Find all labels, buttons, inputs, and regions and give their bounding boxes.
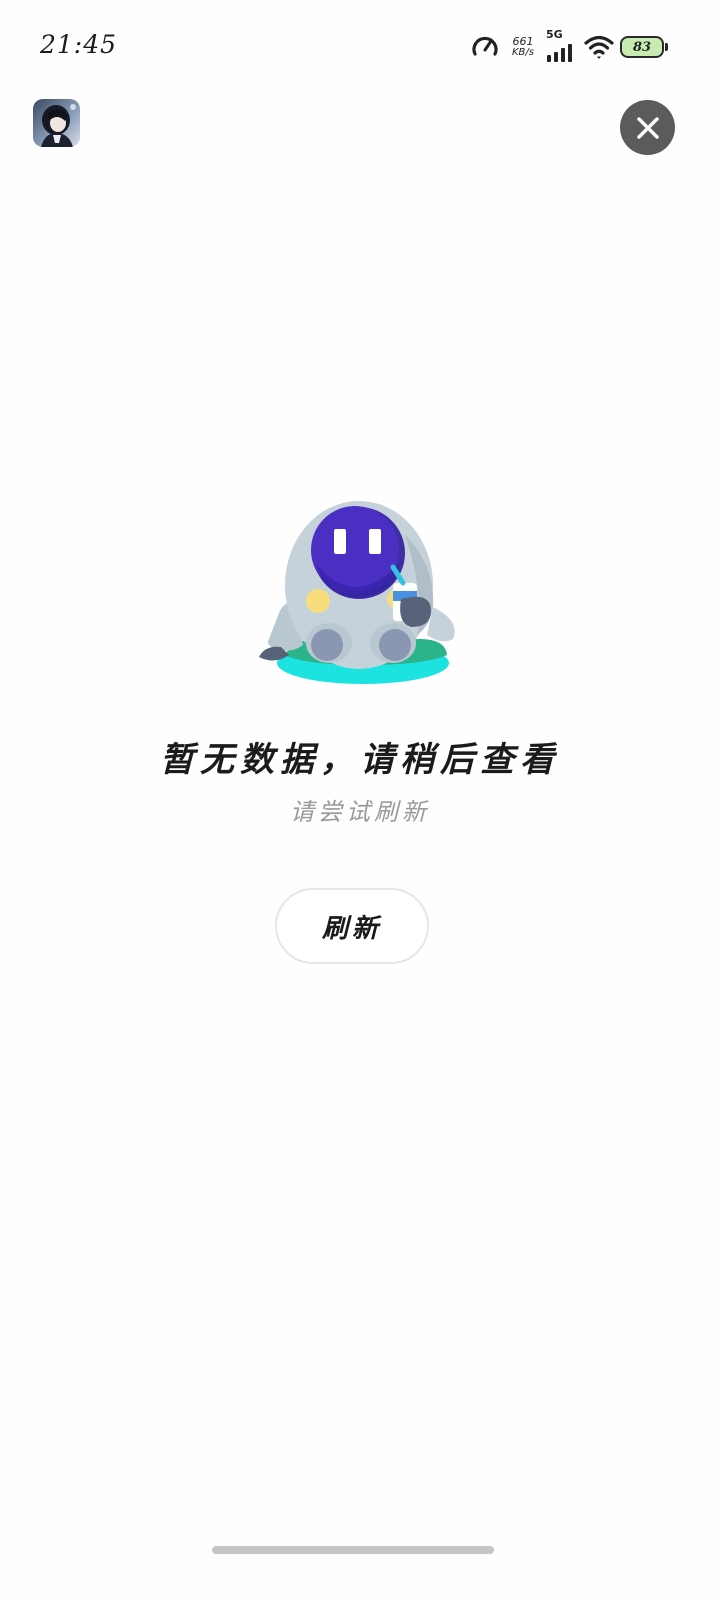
battery-tip: [665, 43, 668, 51]
refresh-button[interactable]: 刷新: [275, 888, 429, 964]
home-indicator[interactable]: [212, 1546, 494, 1554]
avatar-image: [33, 99, 80, 147]
close-icon: [636, 116, 659, 139]
network-speed-unit: KB/s: [512, 47, 534, 58]
speedometer-icon: [472, 36, 498, 56]
network-speed: 661 KB/s: [512, 36, 534, 58]
empty-state-title: 暂无数据，请稍后查看: [160, 740, 560, 780]
refresh-button-label: 刷新: [321, 913, 382, 944]
battery-icon: 83: [620, 36, 668, 58]
signal-icon: 5G: [546, 28, 576, 62]
battery-level: 83: [632, 39, 652, 55]
network-type: 5G: [546, 28, 563, 41]
robot-mascot-illustration: [259, 501, 455, 684]
status-icons: 661 KB/s 5G 83: [470, 28, 668, 64]
close-button[interactable]: [620, 100, 675, 155]
empty-state-subtitle: 请尝试刷新: [290, 798, 430, 826]
status-time: 21:45: [40, 30, 118, 59]
network-speed-value: 661: [512, 35, 534, 48]
wifi-icon: [584, 35, 614, 59]
status-bar: 21:45 661 KB/s 5G 83: [0, 0, 720, 96]
signal-bars-icon: [547, 44, 572, 62]
app-avatar[interactable]: [33, 99, 80, 147]
